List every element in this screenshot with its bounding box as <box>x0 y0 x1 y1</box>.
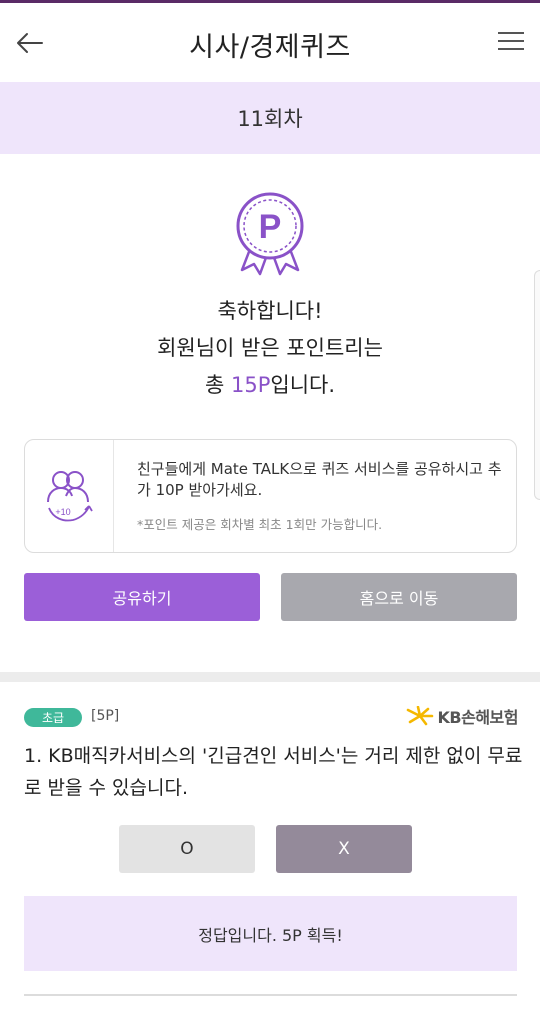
svg-text:P: P <box>259 208 282 246</box>
answer-result-banner: 정답입니다. 5P 획득! <box>24 896 517 971</box>
total-points-value: 15P <box>230 373 271 397</box>
total-prefix: 총 <box>204 373 231 397</box>
answer-x-button[interactable]: X <box>276 825 412 873</box>
app-header: 시사/경제퀴즈 <box>0 3 540 82</box>
question-text: 1. KB매직카서비스의 '긴급견인 서비스'는 거리 제한 없이 무료로 받을… <box>24 745 523 799</box>
go-home-button[interactable]: 홈으로 이동 <box>281 573 517 621</box>
total-suffix: 입니다. <box>270 373 336 397</box>
share-promo-text: 친구들에게 Mate TALK으로 퀴즈 서비스를 공유하시고 추가 10P 받… <box>137 460 502 499</box>
question-points: [5P] <box>91 708 120 724</box>
section-divider <box>0 672 540 682</box>
share-box-divider <box>113 440 114 552</box>
share-icon-badge: +10 <box>55 507 70 517</box>
bottom-divider <box>24 994 517 996</box>
congrats-line: 축하합니다! <box>217 299 323 323</box>
scroll-edge-handle[interactable] <box>534 270 540 500</box>
share-promo-box: +10 친구들에게 Mate TALK으로 퀴즈 서비스를 공유하시고 추가 1… <box>24 439 517 553</box>
friends-plus10-icon: +10 <box>47 471 93 522</box>
answer-o-button[interactable]: O <box>119 825 255 873</box>
sponsor-logo: KB손해보험 <box>406 704 519 728</box>
level-badge: 초급 <box>24 708 82 727</box>
share-button[interactable]: 공유하기 <box>24 573 260 621</box>
kb-star-logo-icon <box>406 706 433 726</box>
total-points-line: 총 15P입니다. <box>0 369 540 399</box>
round-label: 11회차 <box>0 82 540 154</box>
menu-button[interactable] <box>496 27 526 57</box>
hamburger-menu-icon <box>498 32 524 34</box>
share-promo-note: *포인트 제공은 회차별 최초 1회만 가능합니다. <box>137 517 383 532</box>
point-medal-icon: P <box>236 192 304 276</box>
sponsor-name: KB손해보험 <box>437 708 519 727</box>
earned-points-line: 회원님이 받은 포인트리는 <box>157 336 383 360</box>
page-title: 시사/경제퀴즈 <box>189 32 351 63</box>
